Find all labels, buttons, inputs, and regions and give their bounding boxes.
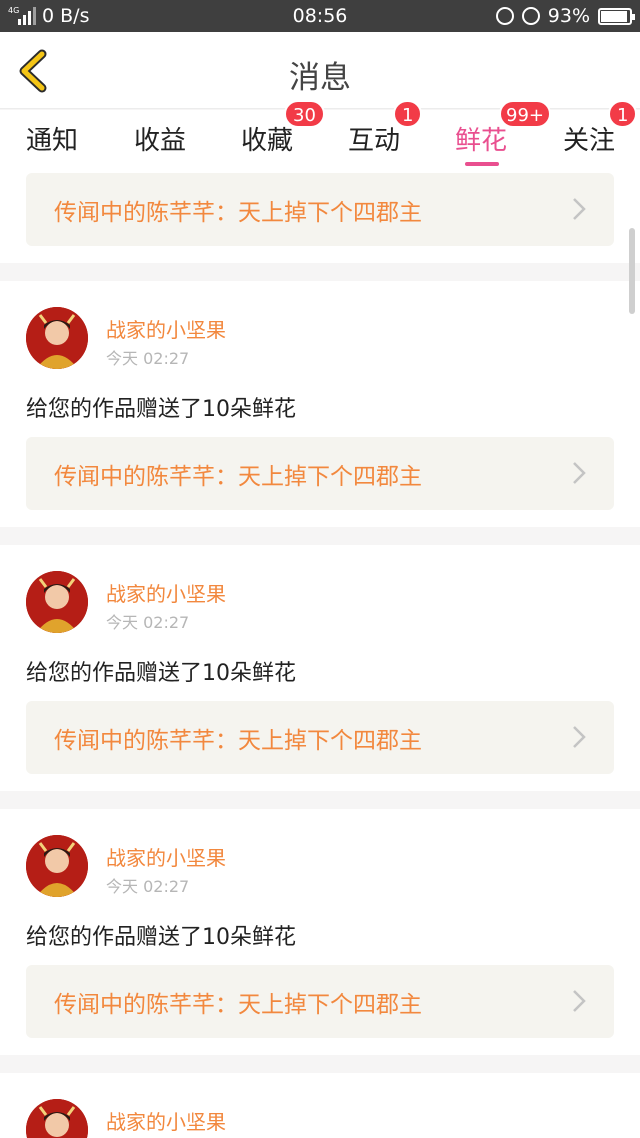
work-title: 传闻中的陈芊芊：天上掉下个四郡主 (54, 992, 422, 1018)
rotation-lock-icon (495, 7, 514, 25)
work-link[interactable]: 传闻中的陈芊芊：天上掉下个四郡主 (26, 965, 614, 1038)
battery-percent: 93% (547, 5, 590, 27)
tab-flowers-badge: 99+ (499, 100, 551, 128)
tab-earnings[interactable]: 收益 (134, 120, 186, 157)
message-time: 今天 02:27 (106, 349, 190, 368)
work-title: 传闻中的陈芊芊：天上掉下个四郡主 (54, 200, 422, 226)
active-tab-indicator (465, 162, 499, 166)
work-link[interactable]: 传闻中的陈芊芊：天上掉下个四郡主 (26, 701, 614, 774)
tab-favorites[interactable]: 收藏 (241, 120, 293, 157)
chevron-right-icon (573, 726, 586, 748)
chevron-right-icon (573, 198, 586, 220)
status-bar: 4G 0 B/s 08:56 93% (0, 0, 640, 32)
message-card: 战家的小坚果 今天 02:27 给您的作品赠送了10朵鲜花 传闻中的陈芊芊：天上… (0, 281, 640, 527)
avatar[interactable] (26, 571, 88, 633)
message-text: 给您的作品赠送了10朵鲜花 (26, 925, 296, 950)
work-link[interactable]: 传闻中的陈芊芊：天上掉下个四郡主 (26, 437, 614, 510)
work-link[interactable]: 传闻中的陈芊芊：天上掉下个四郡主 (26, 173, 614, 246)
sender-name[interactable]: 战家的小坚果 (106, 314, 226, 343)
avatar[interactable] (26, 835, 88, 897)
sender-name[interactable]: 战家的小坚果 (106, 578, 226, 607)
alarm-icon (521, 7, 540, 25)
work-title: 传闻中的陈芊芊：天上掉下个四郡主 (54, 464, 422, 490)
message-text: 给您的作品赠送了10朵鲜花 (26, 397, 296, 422)
tab-interactions[interactable]: 互动 (348, 120, 400, 157)
tab-flowers[interactable]: 鲜花 (455, 120, 507, 157)
avatar[interactable] (26, 307, 88, 369)
message-time: 今天 02:27 (106, 613, 190, 632)
avatar[interactable] (26, 1099, 88, 1138)
sender-name[interactable]: 战家的小坚果 (106, 1106, 226, 1135)
work-title: 传闻中的陈芊芊：天上掉下个四郡主 (54, 728, 422, 754)
app-header: 消息 (0, 32, 640, 109)
page-title: 消息 (289, 60, 351, 96)
message-card: 战家的小坚果 今天 02:27 给您的作品赠送了10朵鲜花 传闻中的陈芊芊：天上… (0, 809, 640, 1055)
tab-favorites-badge: 30 (284, 100, 325, 128)
message-card: 战家的小坚果 (0, 1073, 640, 1138)
battery-icon (598, 7, 635, 25)
message-time: 今天 02:27 (106, 877, 190, 896)
tab-follows[interactable]: 关注 (563, 120, 615, 157)
message-text: 给您的作品赠送了10朵鲜花 (26, 661, 296, 686)
message-card: 战家的小坚果 今天 02:27 给您的作品赠送了10朵鲜花 传闻中的陈芊芊：天上… (0, 545, 640, 791)
scrollbar[interactable] (629, 228, 635, 314)
tab-notifications[interactable]: 通知 (26, 120, 78, 157)
chevron-right-icon (573, 462, 586, 484)
message-card: 传闻中的陈芊芊：天上掉下个四郡主 (0, 167, 640, 263)
sender-name[interactable]: 战家的小坚果 (106, 842, 226, 871)
chevron-right-icon (573, 990, 586, 1012)
